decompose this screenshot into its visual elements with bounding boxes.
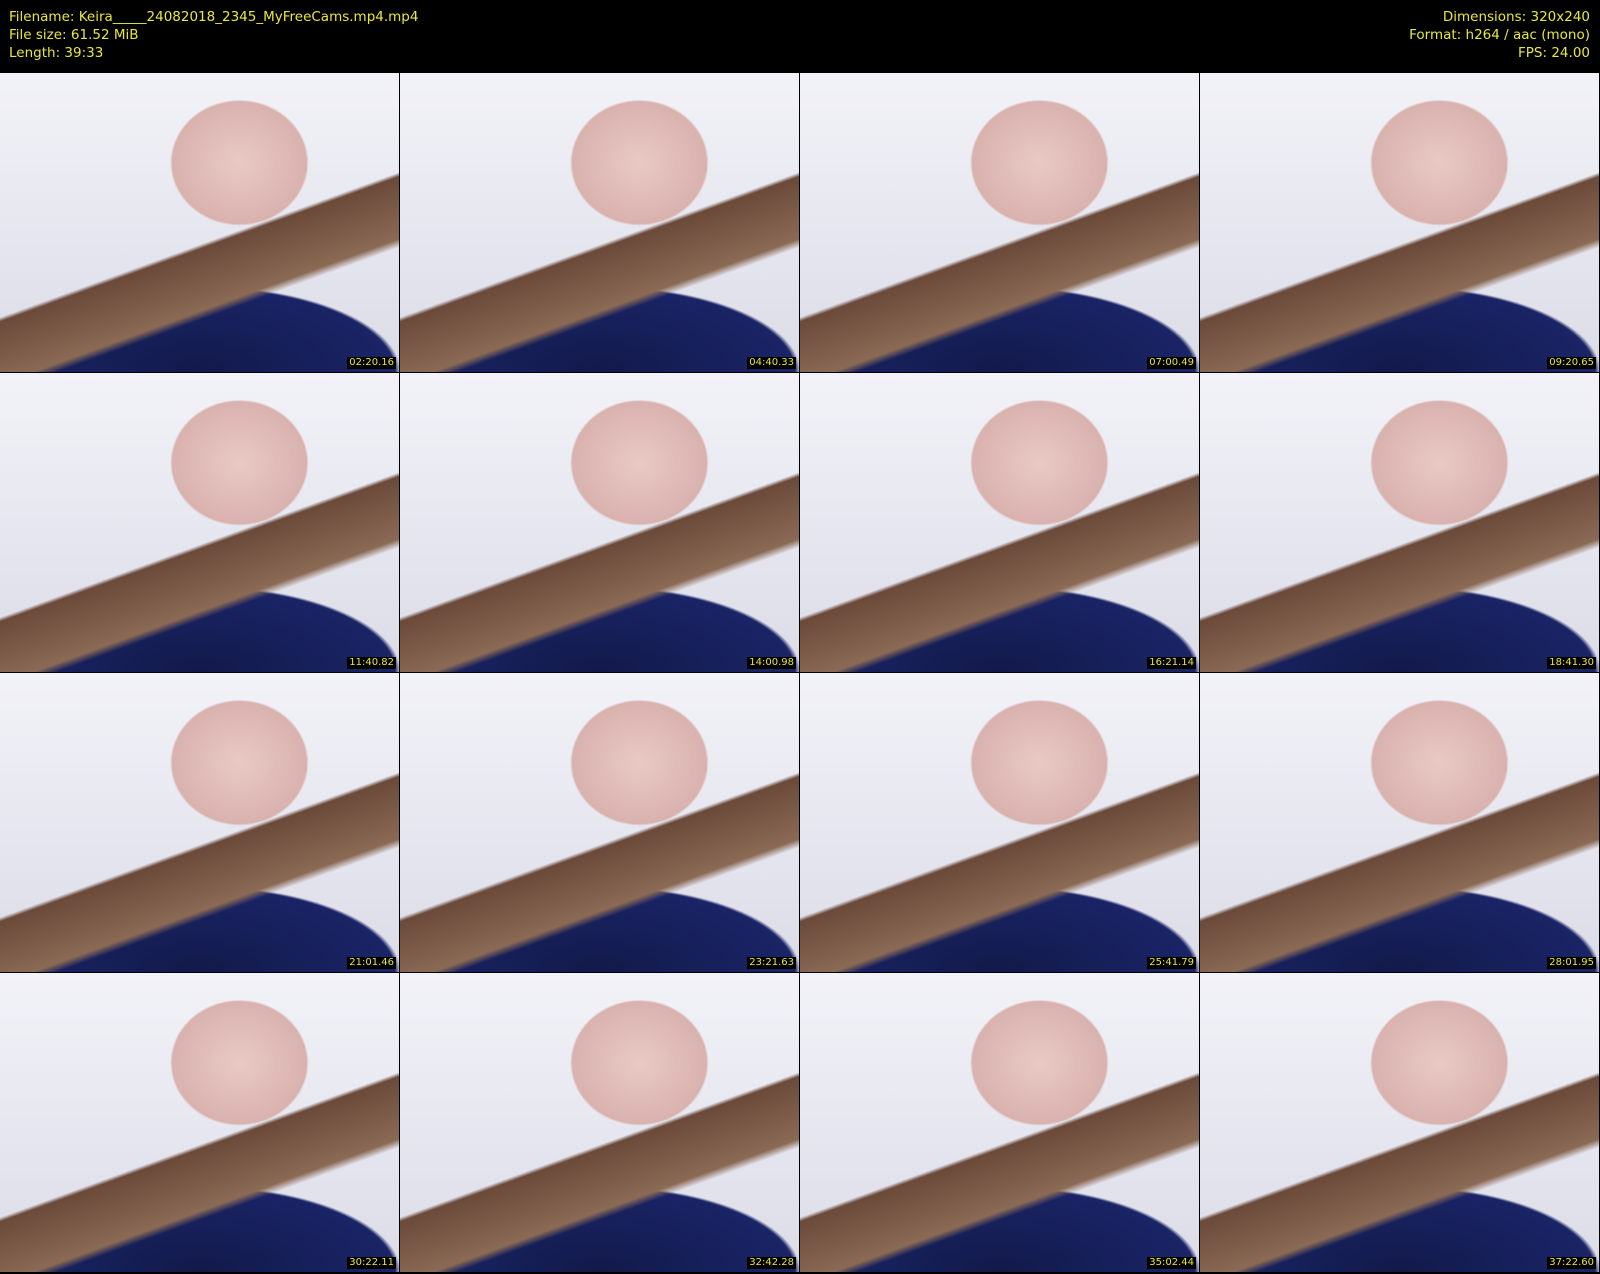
timestamp-label: 30:22.11 (347, 1257, 396, 1269)
fps: FPS: 24.00 (1518, 45, 1590, 61)
timestamp-label: 35:02.44 (1147, 1257, 1196, 1269)
contact-sheet-header: Filename: Keira_____24082018_2345_MyFree… (0, 0, 1600, 73)
timestamp-label: 23:21.63 (747, 957, 796, 969)
timestamp-label: 37:22.60 (1547, 1257, 1596, 1269)
video-thumbnail: 11:40.82 (0, 373, 399, 672)
video-thumbnail: 02:20.16 (0, 73, 399, 372)
file-info: Filename: Keira_____24082018_2345_MyFree… (9, 8, 418, 62)
video-thumbnail: 25:41.79 (800, 673, 1199, 972)
timestamp-label: 28:01.95 (1547, 957, 1596, 969)
file-size: File size: 61.52 MiB (9, 27, 139, 43)
timestamp-label: 14:00.98 (747, 657, 796, 669)
video-length: Length: 39:33 (9, 45, 104, 61)
video-thumbnail: 23:21.63 (400, 673, 799, 972)
video-thumbnail: 37:22.60 (1200, 973, 1599, 1272)
timestamp-label: 16:21.14 (1147, 657, 1196, 669)
format: Format: h264 / aac (mono) (1409, 27, 1590, 43)
filename: Filename: Keira_____24082018_2345_MyFree… (9, 9, 419, 25)
timestamp-label: 32:42.28 (747, 1257, 796, 1269)
timestamp-label: 18:41.30 (1547, 657, 1596, 669)
video-thumbnail: 09:20.65 (1200, 73, 1599, 372)
video-thumbnail: 28:01.95 (1200, 673, 1599, 972)
timestamp-label: 02:20.16 (347, 357, 396, 369)
video-thumbnail: 07:00.49 (800, 73, 1199, 372)
video-thumbnail: 30:22.11 (0, 973, 399, 1272)
timestamp-label: 07:00.49 (1147, 357, 1196, 369)
video-info: Dimensions: 320x240 Format: h264 / aac (… (1409, 8, 1590, 62)
video-thumbnail: 16:21.14 (800, 373, 1199, 672)
timestamp-label: 25:41.79 (1147, 957, 1196, 969)
timestamp-label: 09:20.65 (1547, 357, 1596, 369)
video-thumbnail: 21:01.46 (0, 673, 399, 972)
video-thumbnail: 35:02.44 (800, 973, 1199, 1272)
video-thumbnail: 14:00.98 (400, 373, 799, 672)
timestamp-label: 04:40.33 (747, 357, 796, 369)
timestamp-label: 21:01.46 (347, 957, 396, 969)
thumbnail-grid: 02:20.16 04:40.33 07:00.49 09:20.65 11:40.82… (0, 73, 1600, 1272)
dimensions: Dimensions: 320x240 (1442, 9, 1590, 25)
video-thumbnail: 18:41.30 (1200, 373, 1599, 672)
video-thumbnail: 04:40.33 (400, 73, 799, 372)
timestamp-label: 11:40.82 (347, 657, 396, 669)
video-thumbnail: 32:42.28 (400, 973, 799, 1272)
